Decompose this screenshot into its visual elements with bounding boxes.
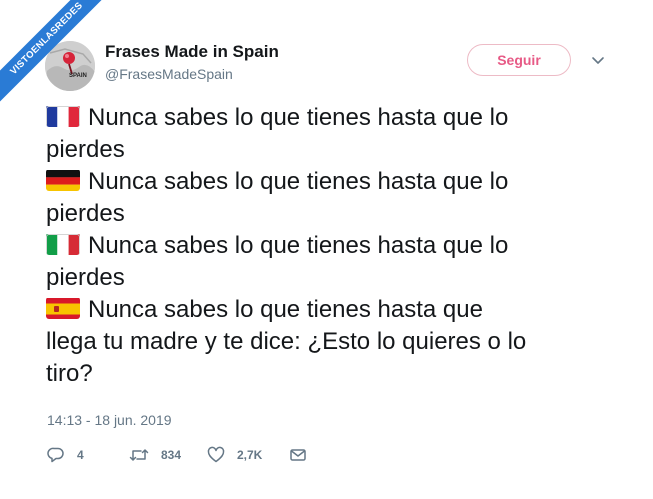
profile-name[interactable]: Frases Made in Spain <box>105 42 279 62</box>
tweet-line-text: Nunca sabes lo que tienes hasta que <box>88 296 483 323</box>
flag-italy-icon <box>46 233 80 255</box>
retweet-count: 834 <box>161 448 182 462</box>
reply-count: 4 <box>77 448 84 462</box>
envelope-icon <box>290 449 306 461</box>
watermark-ribbon: VISTOENLASREDES <box>0 0 130 130</box>
tweet-line-text: Nunca sabes lo que tienes hasta que lo <box>88 104 509 131</box>
reply-button[interactable]: 4 <box>47 446 129 464</box>
tweet-text: Nunca sabes lo que tienes hasta que lo p… <box>46 102 631 390</box>
tweet-line: pierdes <box>46 262 631 294</box>
tweet-actions: 4 834 2,7K <box>47 444 307 466</box>
like-count: 2,7K <box>237 448 263 462</box>
message-button[interactable] <box>289 446 307 464</box>
tweet-line-text: llega tu madre y te dice: ¿Esto lo quier… <box>46 328 527 355</box>
watermark-text: VISTOENLASREDES <box>0 0 115 107</box>
tweet-timestamp[interactable]: 14:13 - 18 jun. 2019 <box>47 412 172 428</box>
tweet-line-text: Nunca sabes lo que tienes hasta que lo <box>88 232 509 259</box>
like-button[interactable]: 2,7K <box>207 446 289 464</box>
tweet-line: Nunca sabes lo que tienes hasta que lo <box>46 166 631 198</box>
tweet-line: Nunca sabes lo que tienes hasta que <box>46 294 631 326</box>
flag-germany-icon <box>46 169 80 191</box>
retweet-button[interactable]: 834 <box>129 446 207 464</box>
tweet-line: pierdes <box>46 198 631 230</box>
tweet-line: Nunca sabes lo que tienes hasta que lo <box>46 102 631 134</box>
flag-spain-icon <box>46 297 80 319</box>
tweet-line-text: tiro? <box>46 360 93 387</box>
tweet-line: llega tu madre y te dice: ¿Esto lo quier… <box>46 326 631 358</box>
tweet-line-text: pierdes <box>46 264 125 291</box>
heart-icon <box>207 446 225 463</box>
tweet-line: tiro? <box>46 358 631 390</box>
tweet-line: Nunca sabes lo que tienes hasta que lo <box>46 230 631 262</box>
follow-button[interactable]: Seguir <box>467 44 571 76</box>
reply-icon <box>47 447 64 463</box>
tweet-line: pierdes <box>46 134 631 166</box>
tweet-line-text: pierdes <box>46 136 125 163</box>
tweet-line-text: Nunca sabes lo que tienes hasta que lo <box>88 168 509 195</box>
retweet-icon <box>129 449 149 461</box>
tweet-line-text: pierdes <box>46 200 125 227</box>
chevron-down-icon[interactable] <box>589 55 607 67</box>
